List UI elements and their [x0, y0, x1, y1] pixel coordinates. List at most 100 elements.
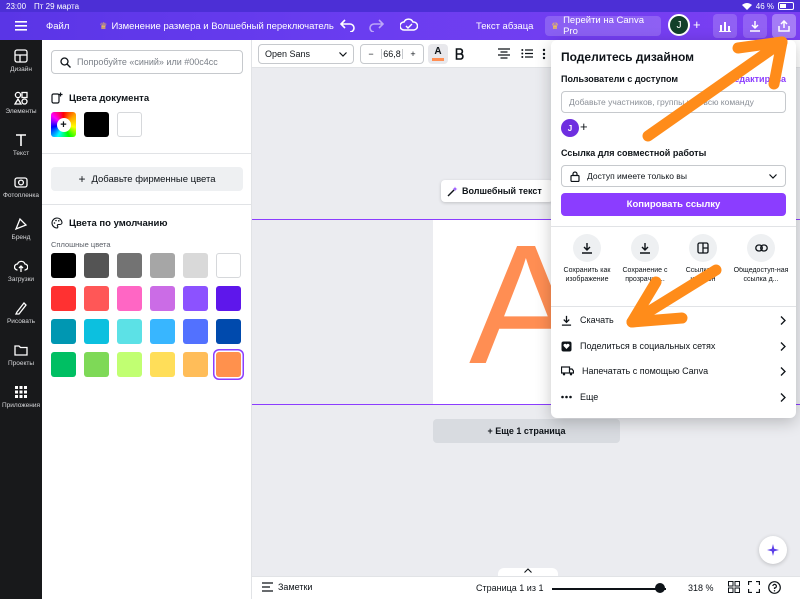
add-brand-colors-button[interactable]: + Добавьте фирменные цвета [51, 167, 243, 191]
rail-item-draw[interactable]: Рисовать [0, 292, 42, 334]
decrease-size-button[interactable]: − [361, 49, 381, 59]
palette-swatch[interactable] [216, 286, 241, 311]
palette-swatch[interactable] [84, 319, 109, 344]
user-avatar[interactable]: J [668, 14, 690, 36]
palette-swatch[interactable] [117, 352, 142, 377]
add-collaborator-icon[interactable]: + [693, 18, 701, 31]
magic-text-button[interactable]: Волшебный текст [441, 180, 553, 202]
share-icon [778, 20, 790, 32]
grid-view-icon[interactable] [728, 581, 740, 593]
undo-icon[interactable] [340, 18, 356, 32]
palette-swatch[interactable] [216, 253, 241, 278]
rail-item-elements[interactable]: Элементы [0, 82, 42, 124]
increase-size-button[interactable]: + [403, 49, 423, 59]
rail-item-camera-roll[interactable]: Фотопленка [0, 166, 42, 208]
palette-swatch[interactable] [51, 253, 76, 278]
font-size-value[interactable]: 66,8 [381, 49, 403, 59]
palette-swatch[interactable] [183, 352, 208, 377]
bold-icon[interactable] [455, 48, 465, 60]
notes-button[interactable]: Заметки [262, 582, 312, 592]
download-button[interactable] [743, 14, 767, 38]
rail-item-brand[interactable]: Бренд [0, 208, 42, 250]
hamburger-menu-icon[interactable] [0, 21, 42, 31]
add-color-button[interactable]: + [51, 112, 76, 137]
magic-assistant-button[interactable] [759, 536, 787, 564]
download-icon [750, 21, 760, 32]
wifi-icon [741, 2, 752, 10]
color-search-input[interactable]: Попробуйте «синий» или #00c4cc [51, 50, 243, 74]
palette-swatch[interactable] [150, 253, 175, 278]
share-button[interactable] [772, 14, 796, 38]
design-icon [14, 49, 28, 63]
text-color-button[interactable]: A [428, 44, 448, 64]
doc-color-swatch[interactable] [117, 112, 142, 137]
zoom-slider-handle[interactable] [655, 583, 666, 593]
design-title[interactable]: ♛ Изменение размера и Волшебный переключ… [99, 21, 334, 32]
top-bar: Файл ♛ Изменение размера и Волшебный пер… [0, 12, 800, 40]
public-link-option[interactable]: Общедоступ-ная ссылка д... [732, 234, 790, 284]
save-transparent-option[interactable]: Сохранение с прозрачно... [616, 234, 674, 284]
crown-icon: ♛ [99, 20, 108, 31]
palette-plus-icon [51, 92, 63, 104]
palette-swatch[interactable] [150, 286, 175, 311]
more-menu-item[interactable]: Еще [561, 386, 786, 408]
plus-icon: + [56, 117, 71, 132]
link-access-select[interactable]: Доступ имеете только вы [561, 165, 786, 187]
help-icon[interactable] [768, 581, 781, 594]
rail-item-uploads[interactable]: Загрузки [0, 250, 42, 292]
search-icon [60, 56, 71, 68]
palette-swatch[interactable] [183, 319, 208, 344]
palette-swatch[interactable] [117, 319, 142, 344]
rail-label: Дизайн [10, 66, 32, 73]
doc-color-swatch[interactable] [84, 112, 109, 137]
zoom-value[interactable]: 318 % [688, 583, 714, 593]
redo-icon[interactable] [368, 18, 384, 32]
palette-swatch[interactable] [216, 352, 241, 377]
save-as-image-option[interactable]: Сохранить как изображение [558, 234, 616, 284]
template-link-option[interactable]: Ссылка на шаблон [674, 234, 732, 284]
rail-item-projects[interactable]: Проекты [0, 334, 42, 376]
access-row: Пользователи с доступом Редактирова [561, 74, 786, 84]
palette-swatch[interactable] [51, 286, 76, 311]
palette-icon [51, 217, 63, 229]
print-menu-item[interactable]: Напечатать с помощью Canva [561, 360, 786, 382]
upgrade-button[interactable]: ♛ Перейти на Canva Pro [545, 15, 661, 37]
rail-item-text[interactable]: Текст [0, 124, 42, 166]
palette-swatch[interactable] [183, 253, 208, 278]
fullscreen-icon[interactable] [748, 581, 760, 593]
sparkle-icon [767, 544, 779, 556]
file-menu[interactable]: Файл [46, 21, 69, 32]
copy-link-button[interactable]: Копировать ссылку [561, 193, 786, 216]
font-family-select[interactable]: Open Sans [258, 44, 354, 64]
palette-swatch[interactable] [216, 319, 241, 344]
add-collaborator-icon[interactable]: + [580, 120, 588, 134]
edit-access-link[interactable]: Редактирова [729, 74, 786, 84]
palette-swatch[interactable] [150, 319, 175, 344]
align-center-icon[interactable] [498, 48, 510, 59]
insights-button[interactable] [713, 14, 737, 38]
zoom-slider[interactable] [552, 588, 666, 590]
rail-item-design[interactable]: Дизайн [0, 40, 42, 82]
social-share-menu-item[interactable]: Поделиться в социальных сетях [561, 335, 786, 357]
add-page-button[interactable]: + Еще 1 страница [433, 419, 620, 443]
palette-swatch[interactable] [51, 319, 76, 344]
palette-swatch[interactable] [84, 253, 109, 278]
palette-swatch[interactable] [150, 352, 175, 377]
rail-item-apps[interactable]: Приложения [0, 376, 42, 418]
font-size-stepper[interactable]: − 66,8 + [360, 44, 424, 64]
palette-swatch[interactable] [117, 286, 142, 311]
text-color-bar [432, 58, 444, 61]
palette-swatch[interactable] [183, 286, 208, 311]
palette-swatch[interactable] [51, 352, 76, 377]
palette-swatch[interactable] [84, 352, 109, 377]
divider [551, 306, 796, 307]
cloud-saved-icon[interactable] [400, 18, 418, 32]
download-menu-item[interactable]: Скачать [561, 309, 786, 331]
add-people-input[interactable]: Добавьте участников, группы или всю кома… [561, 91, 786, 113]
projects-icon [14, 345, 28, 356]
list-icon[interactable] [521, 48, 533, 59]
palette-swatch[interactable] [84, 286, 109, 311]
more-options-icon[interactable] [542, 48, 546, 60]
collaborator-avatar[interactable]: J [561, 119, 579, 137]
palette-swatch[interactable] [117, 253, 142, 278]
